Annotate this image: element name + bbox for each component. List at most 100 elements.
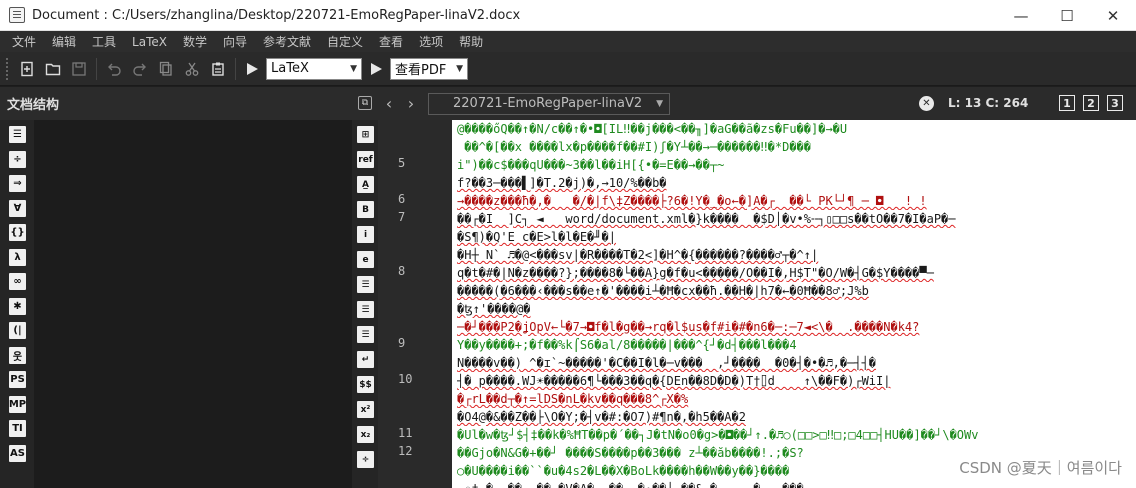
sidebar-icon-column: ☰ ÷ ⇒ ∀ {} λ ∞ ✱ (| 웃 PS MP TI AS (0, 120, 34, 488)
redo-icon[interactable] (127, 56, 153, 82)
cut-icon[interactable] (179, 56, 205, 82)
copy-icon[interactable] (153, 56, 179, 82)
latex-command-column: ⊞ ref A̲ Bi e ☰ ☰ ☰ ↵ $$ x² x₂ ÷ (352, 120, 378, 488)
editor-line[interactable]: ��┌�I ]C┐ ◄ word/document.xml�}k���� �$D… (457, 210, 1133, 228)
as-icon[interactable]: AS (9, 444, 26, 462)
latex-command-icon[interactable]: B (357, 201, 374, 218)
editor-line[interactable]: �Ul�w�ꜩ┘$┤‡��k�%ĦT��p�´��┐J�tN�o0�g>�◘��… (457, 426, 1133, 444)
view-1-button[interactable]: 1 (1059, 95, 1075, 111)
editor-line[interactable]: �S¶)�Q'E c�E>l�l�E�╜�| (457, 228, 1133, 246)
line-number: 5 (398, 156, 406, 170)
maximize-button[interactable]: ☐ (1044, 0, 1090, 31)
menu-math[interactable]: 数学 (175, 33, 215, 50)
latex-command-icon[interactable]: ☰ (357, 326, 374, 343)
undo-icon[interactable] (101, 56, 127, 82)
minimize-button[interactable]: — (998, 0, 1044, 31)
menu-wizards[interactable]: 向导 (215, 33, 255, 50)
menu-file[interactable]: 文件 (4, 33, 44, 50)
compile-run-icon[interactable] (240, 56, 264, 82)
editor-line[interactable]: ◦‡─� �� �� �V�A� �� �·��┴┐��&─� ──� ��� … (457, 480, 1133, 488)
latex-command-icon[interactable]: i (357, 226, 374, 243)
forall-icon[interactable]: ∀ (9, 199, 26, 217)
paste-icon[interactable] (205, 56, 231, 82)
structure-panel-header: 文档结构 ⧉ (0, 87, 378, 120)
menu-bibliography[interactable]: 参考文献 (255, 33, 319, 50)
latex-command-icon[interactable]: ÷ (357, 451, 374, 468)
menu-edit[interactable]: 编辑 (44, 33, 84, 50)
forward-arrow-icon[interactable]: › (400, 94, 422, 113)
editor-line[interactable]: @����őQ��↑�N/c��↑�•◘[IL‼��j���<��╖]�aG��… (457, 120, 1133, 138)
latex-command-icon[interactable]: ☰ (357, 276, 374, 293)
braces-icon[interactable]: {} (9, 224, 26, 241)
menu-view[interactable]: 查看 (371, 33, 411, 50)
save-icon[interactable] (66, 56, 92, 82)
title-bar: Document : C:/Users/zhanglina/Desktop/22… (0, 0, 1136, 31)
editor-line[interactable]: �H┼ N` ♬�@<���sv|�R����T�2<]�H^�{������?… (457, 246, 1133, 264)
editor-line[interactable]: �O4@�&��Z��├\O�Y;�┤v�#:�O7)#¶n�,�h5��A�2 (457, 408, 1133, 426)
editor-line[interactable]: q�t�#�|N�z����?};����8�└��A}g�f�u<�����/… (457, 264, 1133, 282)
view-3-button[interactable]: 3 (1107, 95, 1123, 111)
arrow-right-icon[interactable]: ⇒ (9, 175, 26, 192)
open-folder-icon[interactable] (40, 56, 66, 82)
latex-command-icon[interactable]: ☰ (357, 301, 374, 318)
editor-line[interactable]: �����(�6���‹���s��e↑�'����i┴�Ħ�cx��ħ.��H… (457, 282, 1133, 300)
compile-select[interactable]: LaTeX ▼ (266, 57, 362, 80)
close-file-icon[interactable]: ✕ (919, 96, 934, 111)
latex-command-icon[interactable]: e (357, 251, 374, 268)
back-arrow-icon[interactable]: ‹ (378, 94, 400, 113)
editor-line[interactable]: �┌rL��d┬�↑=lDS�nL�kv��q���8^┌X�% (457, 390, 1133, 408)
editor-line[interactable]: ��^�[��x ����lx�p����f��#I)ʃ�Y┴��→─�����… (457, 138, 1133, 156)
infinity-icon[interactable]: ∞ (9, 273, 26, 290)
editor-text-area[interactable]: @����őQ��↑�N/c��↑�•◘[IL‼��j���<��╖]�aG��… (452, 120, 1136, 488)
editor-line[interactable]: ┤� p����.WJ☀�����6¶└���3��q�{DEn��8D�D�)… (457, 372, 1133, 390)
editor-line[interactable]: →����z���ħ�,� �/�|f\‡Z����├?6�!Y�_�o←�]A… (457, 192, 1133, 210)
latex-command-icon[interactable]: x² (357, 401, 374, 418)
document-icon (9, 7, 25, 23)
panel-float-icon[interactable]: ⧉ (358, 96, 372, 110)
line-number: 12 (398, 444, 413, 458)
structure-tree[interactable] (34, 120, 352, 488)
line-number: 10 (398, 372, 413, 386)
open-file-name: 220721-EmoRegPaper-linaV2 (453, 96, 643, 111)
ps-icon[interactable]: PS (9, 371, 26, 388)
ti-icon[interactable]: TI (9, 420, 26, 437)
window-title: Document : C:/Users/zhanglina/Desktop/22… (32, 7, 521, 23)
line-number: 8 (398, 264, 406, 278)
window-controls: — ☐ ✕ (998, 0, 1136, 31)
divide-icon[interactable]: ÷ (9, 150, 26, 168)
editor-line[interactable]: ─�┘���P2�ʝOpV←└�7→◘f�l�g��→rq�l$us�f#i�#… (457, 318, 1133, 336)
editor-line[interactable]: N����v��) ^�ɪ`~�����'�C��I�l�─v��� ,┘���… (457, 354, 1133, 372)
latex-command-icon[interactable]: x₂ (357, 426, 374, 443)
mp-icon[interactable]: MP (9, 395, 26, 413)
latex-command-icon[interactable]: ⊞ (357, 126, 374, 143)
menu-latex[interactable]: LaTeX (124, 35, 175, 49)
close-button[interactable]: ✕ (1090, 0, 1136, 31)
bracket-icon[interactable]: (| (9, 322, 26, 339)
chevron-down-icon: ▼ (350, 63, 357, 74)
menu-macros[interactable]: 自定义 (319, 33, 371, 50)
asterisk-icon[interactable]: ✱ (9, 297, 26, 315)
editor-line[interactable]: f?��3─���▌]�T.2�j)�,→10/%��b� (457, 174, 1133, 192)
line-number: 7 (398, 210, 406, 224)
new-file-icon[interactable] (14, 56, 40, 82)
person-icon[interactable]: 웃 (9, 346, 26, 364)
menu-tools[interactable]: 工具 (84, 33, 124, 50)
menu-options[interactable]: 选项 (411, 33, 451, 50)
latex-command-icon[interactable]: ref (357, 151, 374, 168)
editor-line[interactable]: i")��c$���qU���~3��l��iH[{•�=E��→��┬~ (457, 156, 1133, 174)
line-number: 11 (398, 426, 413, 440)
editor-line[interactable]: �ꜩ↑'����@� (457, 300, 1133, 318)
latex-command-icon[interactable]: $$ (357, 376, 374, 393)
view-run-icon[interactable] (364, 56, 388, 82)
editor-line[interactable]: Y��y����+;�f��%k⌠S6�al/8�����|���^{┘�d┤�… (457, 336, 1133, 354)
menu-help[interactable]: 帮助 (451, 33, 491, 50)
toolbar-grip[interactable] (6, 57, 10, 80)
editor-header: ‹ › 220721-EmoRegPaper-linaV2 ▼ ✕ L: 13 … (378, 87, 1136, 120)
lambda-icon[interactable]: λ (9, 248, 26, 266)
view-select[interactable]: 查看PDF ▼ (390, 57, 468, 80)
latex-command-icon[interactable]: A̲ (357, 176, 374, 193)
view-2-button[interactable]: 2 (1083, 95, 1099, 111)
open-file-select[interactable]: 220721-EmoRegPaper-linaV2 ▼ (428, 92, 670, 115)
latex-command-icon[interactable]: ↵ (357, 351, 374, 368)
list-icon[interactable]: ☰ (9, 126, 26, 143)
